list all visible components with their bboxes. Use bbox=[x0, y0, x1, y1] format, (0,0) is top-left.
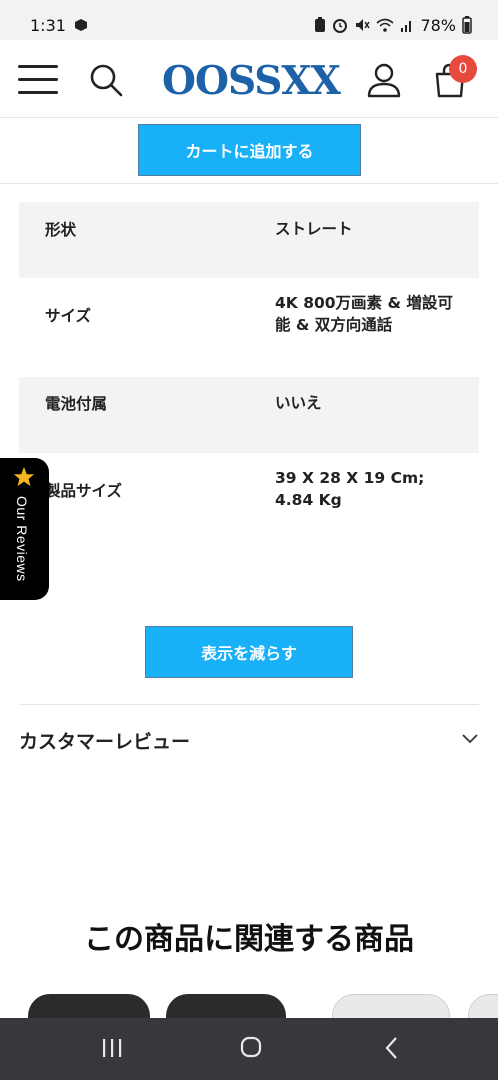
spec-row: 形状 ストレート bbox=[19, 202, 479, 278]
spec-label: 製品サイズ bbox=[45, 482, 123, 500]
battery-level: 78% bbox=[420, 15, 456, 35]
related-products-strip bbox=[0, 990, 498, 1020]
mute-icon bbox=[356, 19, 371, 31]
customer-reviews-title: カスタマーレビュー bbox=[19, 731, 191, 753]
sticky-add-to-cart: カートに追加する bbox=[0, 118, 498, 184]
star-icon bbox=[13, 466, 35, 487]
status-right: 78% bbox=[314, 16, 472, 35]
site-logo[interactable]: OOSSXX bbox=[162, 58, 341, 104]
notification-icon bbox=[74, 19, 87, 31]
spec-label: 形状 bbox=[45, 221, 77, 239]
related-product-image[interactable] bbox=[28, 994, 150, 1020]
user-icon[interactable] bbox=[366, 62, 402, 98]
status-time: 1:31 bbox=[30, 15, 66, 35]
recents-icon[interactable] bbox=[101, 1038, 123, 1058]
search-icon[interactable] bbox=[88, 62, 124, 98]
battery-saver-icon bbox=[315, 17, 326, 32]
menu-icon[interactable] bbox=[18, 65, 58, 95]
spec-label: 電池付属 bbox=[45, 395, 108, 413]
alarm-icon bbox=[333, 19, 348, 33]
related-products-title: この商品に関連する商品 bbox=[84, 922, 414, 957]
status-left: 1:31 bbox=[30, 16, 88, 35]
spec-label: サイズ bbox=[45, 307, 92, 325]
cart-count-badge[interactable]: 0 bbox=[449, 55, 477, 83]
chevron-down-icon[interactable] bbox=[461, 731, 479, 745]
battery-icon bbox=[462, 16, 472, 34]
system-nav-bar bbox=[0, 1018, 498, 1080]
signal-icon bbox=[401, 21, 412, 32]
spec-value: 4K 800万画素 & 増設可能 & 双方向通話 bbox=[275, 294, 453, 334]
spec-value: 39 X 28 X 19 Cm; 4.84 Kg bbox=[275, 469, 425, 509]
spec-table: 形状 ストレート サイズ 4K 800万画素 & 増設可能 & 双方向通話 電池… bbox=[19, 202, 479, 563]
related-product-image[interactable] bbox=[166, 994, 286, 1020]
site-header: OOSSXX bbox=[0, 40, 498, 118]
customer-reviews-accordion[interactable]: カスタマーレビュー bbox=[19, 704, 479, 772]
our-reviews-tab[interactable]: Our Reviews bbox=[0, 458, 49, 600]
spec-row: 製品サイズ 39 X 28 X 19 Cm; 4.84 Kg bbox=[19, 453, 479, 563]
home-icon[interactable] bbox=[240, 1036, 262, 1058]
spec-row: 電池付属 いいえ bbox=[19, 377, 479, 453]
back-icon[interactable] bbox=[382, 1036, 402, 1060]
show-less-button[interactable]: 表示を減らす bbox=[145, 626, 353, 678]
spec-row: サイズ 4K 800万画素 & 増設可能 & 双方向通話 bbox=[19, 278, 479, 377]
spec-value: ストレート bbox=[275, 220, 353, 238]
our-reviews-label: Our Reviews bbox=[14, 496, 30, 582]
spec-value: いいえ bbox=[275, 394, 322, 412]
add-to-cart-button[interactable]: カートに追加する bbox=[138, 124, 361, 176]
wifi-icon bbox=[376, 18, 394, 32]
related-product-image[interactable] bbox=[332, 994, 450, 1020]
related-product-image[interactable] bbox=[468, 994, 498, 1020]
